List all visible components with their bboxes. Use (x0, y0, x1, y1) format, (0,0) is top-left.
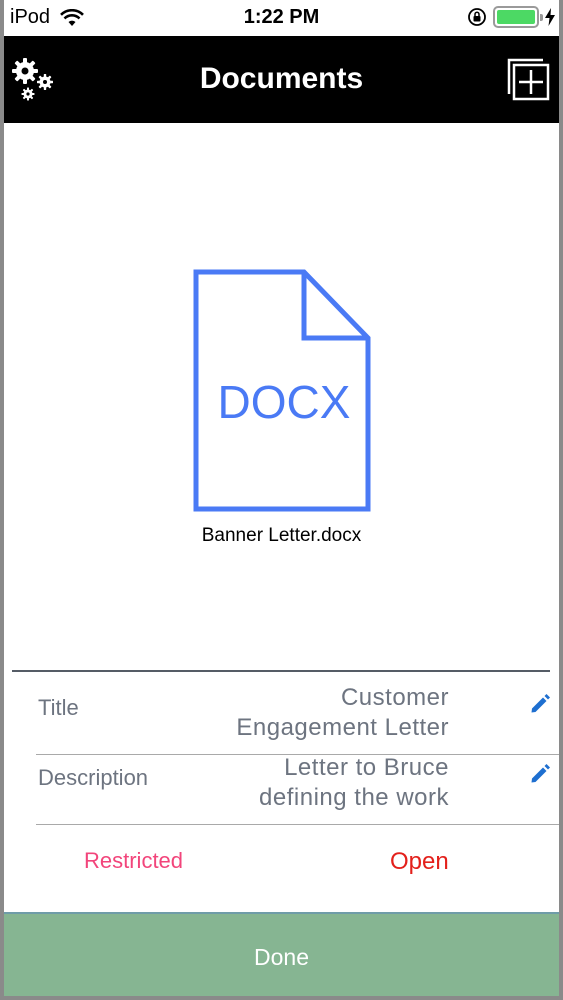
access-options: Restricted Open (4, 826, 559, 912)
done-label: Done (254, 944, 309, 970)
section-divider (12, 670, 550, 672)
file-name: Banner Letter.docx (201, 525, 362, 546)
page-title: Documents (199, 62, 364, 95)
add-document-icon[interactable] (505, 56, 551, 102)
done-button[interactable]: Done (4, 912, 559, 996)
navigation-bar: Documents (4, 36, 559, 123)
restricted-button[interactable]: Restricted (84, 848, 183, 874)
battery-level (497, 10, 535, 24)
battery-nub (540, 14, 543, 21)
status-bar: iPod 1:22 PM (4, 0, 559, 36)
charging-bolt-icon (545, 8, 555, 26)
file-type-label: DOCX (218, 376, 351, 428)
docx-file-icon[interactable]: DOCX (192, 268, 372, 513)
orientation-lock-icon (468, 8, 486, 26)
app-screen: iPod 1:22 PM Documents DOCX Banner Lette… (4, 0, 559, 996)
title-field-row: Title Customer Engagement Letter (36, 683, 559, 755)
title-label: Title (38, 695, 79, 720)
description-value[interactable]: Letter to Bruce defining the work (199, 753, 449, 813)
battery-icon (493, 6, 543, 28)
edit-pencil-icon[interactable] (529, 693, 551, 715)
title-value[interactable]: Customer Engagement Letter (199, 683, 449, 743)
description-field-row: Description Letter to Bruce defining the… (36, 753, 559, 825)
status-right (467, 6, 555, 28)
edit-pencil-icon[interactable] (529, 763, 551, 785)
description-label: Description (38, 765, 149, 790)
open-button[interactable]: Open (390, 848, 449, 876)
